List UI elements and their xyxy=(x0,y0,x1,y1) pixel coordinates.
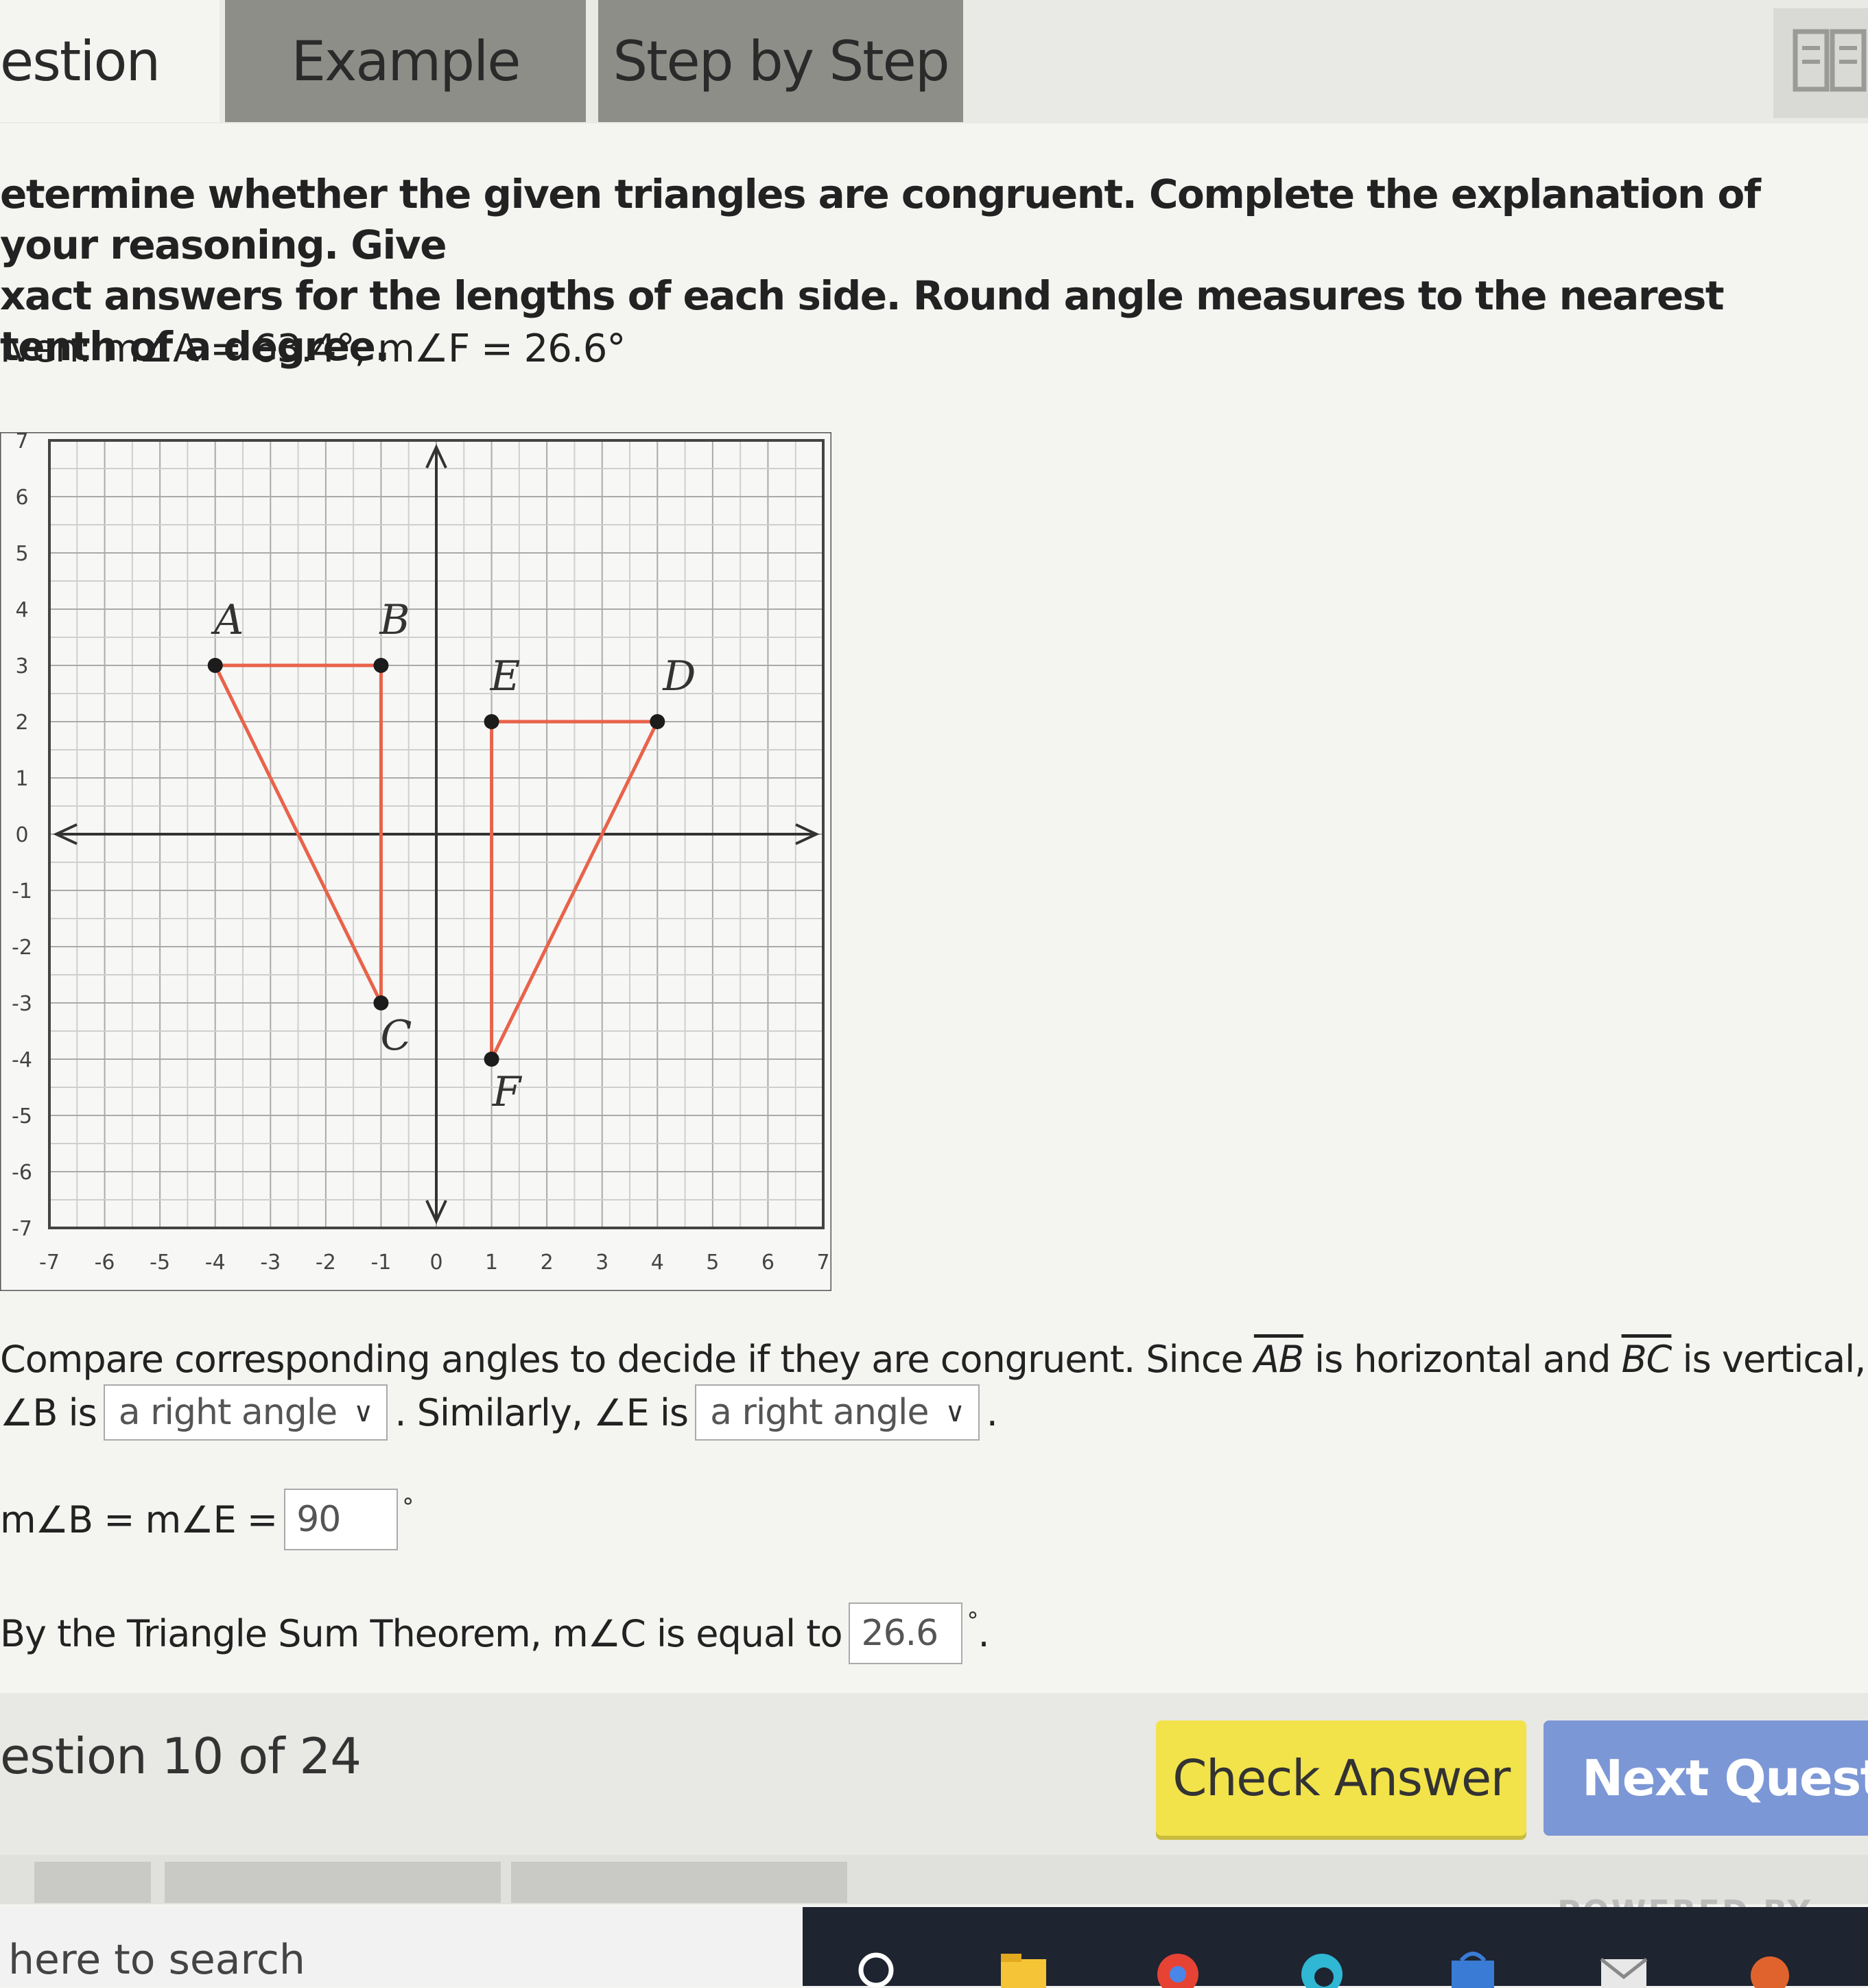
y-tick-label: -3 xyxy=(12,992,32,1016)
file-explorer-icon[interactable] xyxy=(998,1947,1049,1988)
tab-bar: estion Example Step by Step xyxy=(0,0,1868,123)
x-tick-label: 3 xyxy=(595,1251,608,1275)
y-tick-label: 7 xyxy=(15,432,28,453)
angle-c-input[interactable]: 26.6 xyxy=(849,1602,963,1664)
tab-step-by-step[interactable]: Step by Step xyxy=(598,0,963,122)
degree-symbol: ° xyxy=(402,1493,414,1521)
y-tick-label: -5 xyxy=(12,1104,32,1128)
y-tick-label: -2 xyxy=(12,936,32,960)
angle-equation-label: m∠B = m∠E = xyxy=(0,1498,278,1541)
x-tick-label: 2 xyxy=(541,1251,554,1275)
explanation-text: Compare corresponding angles to decide i… xyxy=(0,1338,1254,1381)
ebook-button[interactable] xyxy=(1773,8,1868,118)
point-c xyxy=(373,995,389,1010)
point-e xyxy=(484,714,499,729)
point-label-a: A xyxy=(211,596,244,644)
explanation-line-1: Compare corresponding angles to decide i… xyxy=(0,1338,1867,1381)
explanation-text: is horizontal and xyxy=(1303,1338,1622,1381)
period: . xyxy=(986,1391,998,1434)
point-f xyxy=(484,1052,499,1067)
x-tick-label: -7 xyxy=(39,1251,60,1275)
mail-icon[interactable] xyxy=(1598,1947,1649,1988)
coordinate-graph: -7 -6 -5 -4 -3 -2 -1 0 1 2 3 4 5 6 7 7 6 5 4 3 2 1 0 -1 -2 -3 -4 -5… xyxy=(0,432,831,1291)
angle-b-label: ∠B is xyxy=(0,1391,97,1434)
y-tick-label: 6 xyxy=(15,486,28,510)
x-tick-label: 4 xyxy=(651,1251,664,1275)
x-tick-label: -6 xyxy=(95,1251,115,1275)
angle-be-input-value: 90 xyxy=(296,1499,341,1540)
point-label-e: E xyxy=(490,652,521,700)
y-tick-label: -4 xyxy=(12,1048,32,1072)
book-icon xyxy=(1793,29,1867,92)
explanation-line-4: By the Triangle Sum Theorem, m∠C is equa… xyxy=(0,1602,990,1664)
x-tick-label: -2 xyxy=(316,1251,336,1275)
store-icon[interactable] xyxy=(1447,1947,1498,1988)
segment-ab: AB xyxy=(1253,1338,1304,1381)
period: . xyxy=(978,1611,989,1655)
x-tick-label: -1 xyxy=(370,1251,391,1275)
tab-question[interactable]: estion xyxy=(0,0,220,122)
angle-b-dropdown[interactable]: a right angle ∨ xyxy=(103,1384,388,1441)
explanation-line-2: ∠B is a right angle ∨ . Similarly, ∠E is… xyxy=(0,1384,998,1441)
taskbar-search-placeholder: here to search xyxy=(8,1936,305,1984)
chevron-down-icon: ∨ xyxy=(945,1397,965,1428)
y-tick-label: -1 xyxy=(12,879,32,903)
angle-be-input[interactable]: 90 xyxy=(284,1489,399,1550)
x-tick-label: 7 xyxy=(816,1251,829,1275)
point-a xyxy=(207,658,223,673)
tab-example[interactable]: Example xyxy=(225,0,586,122)
y-tick-label: 1 xyxy=(15,767,28,791)
angle-e-label: . Similarly, ∠E is xyxy=(394,1391,689,1434)
app-icon[interactable] xyxy=(1742,1947,1793,1988)
y-tick-label: -6 xyxy=(12,1161,32,1185)
angle-e-dropdown-value: a right angle xyxy=(710,1392,929,1433)
point-label-f: F xyxy=(492,1068,523,1116)
x-tick-label: 5 xyxy=(706,1251,719,1275)
y-tick-label: 4 xyxy=(15,598,28,622)
degree-symbol: ° xyxy=(967,1607,978,1635)
y-tick-label: 0 xyxy=(15,823,28,847)
x-tick-label: 6 xyxy=(761,1251,775,1275)
x-tick-label: 0 xyxy=(429,1251,442,1275)
x-tick-label: -5 xyxy=(150,1251,170,1275)
edge-icon[interactable] xyxy=(1297,1947,1347,1988)
y-tick-label: 2 xyxy=(15,711,28,735)
x-tick-label: -4 xyxy=(205,1251,226,1275)
task-view-icon[interactable] xyxy=(851,1947,901,1988)
point-label-b: B xyxy=(379,596,410,644)
angle-e-dropdown[interactable]: a right angle ∨ xyxy=(695,1384,980,1441)
instructions-line-1: etermine whether the given triangles are… xyxy=(0,171,1761,268)
check-answer-button[interactable]: Check Answer xyxy=(1156,1720,1526,1836)
question-counter: estion 10 of 24 xyxy=(0,1727,362,1785)
point-label-c: C xyxy=(380,1012,412,1060)
angle-c-input-value: 26.6 xyxy=(861,1613,938,1654)
y-tick-label: 5 xyxy=(15,542,28,566)
next-question-button[interactable]: Next Questio xyxy=(1544,1720,1868,1836)
x-tick-label: -3 xyxy=(260,1251,281,1275)
y-tick-label: -7 xyxy=(12,1217,32,1241)
chevron-down-icon: ∨ xyxy=(353,1397,373,1428)
segment-bc: BC xyxy=(1621,1338,1672,1381)
y-tick-label: 3 xyxy=(15,654,28,678)
explanation-line-3: m∠B = m∠E = 90 ° xyxy=(0,1489,414,1550)
point-d xyxy=(650,714,665,729)
given-statement: iven: m∠A = 63.4°, m∠F = 26.6° xyxy=(0,327,626,371)
point-b xyxy=(373,658,389,673)
angle-b-dropdown-value: a right angle xyxy=(118,1392,338,1433)
graph-svg: -7 -6 -5 -4 -3 -2 -1 0 1 2 3 4 5 6 7 7 6 5 4 3 2 1 0 -1 -2 -3 -4 -5… xyxy=(0,432,831,1291)
triangle-sum-label: By the Triangle Sum Theorem, m∠C is equa… xyxy=(0,1611,842,1655)
question-footer: estion 10 of 24 Check Answer Next Questi… xyxy=(0,1693,1868,1855)
x-tick-label: 1 xyxy=(485,1251,498,1275)
point-label-d: D xyxy=(662,652,696,700)
chrome-icon[interactable] xyxy=(1152,1947,1203,1988)
explanation-text: is vertical, xyxy=(1671,1338,1867,1381)
